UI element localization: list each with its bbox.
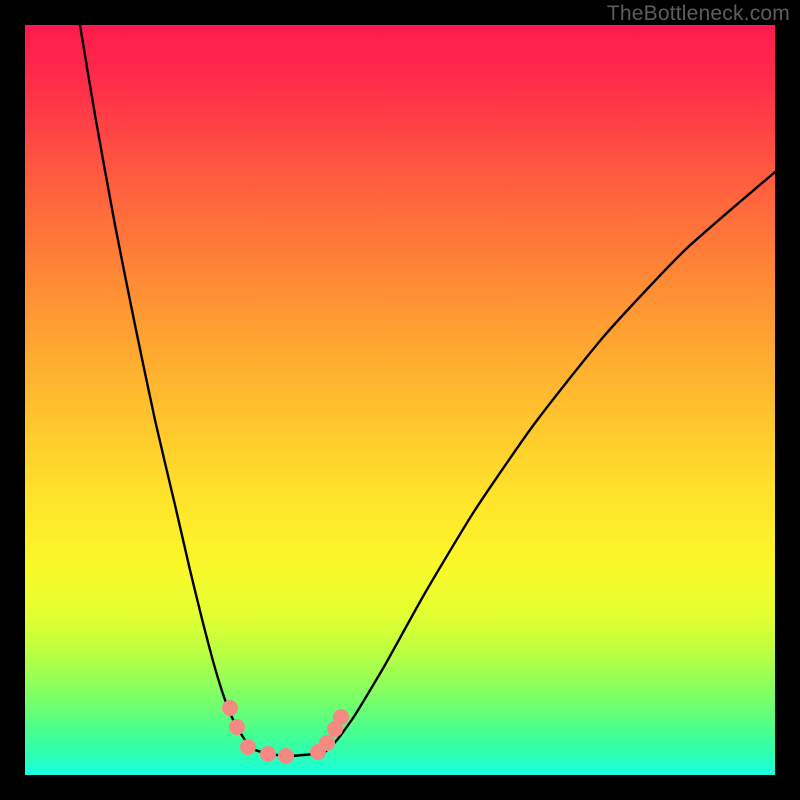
chart-svg [25, 25, 775, 775]
marker-dot [222, 700, 238, 716]
marker-dot [260, 746, 276, 762]
marker-dot [278, 748, 294, 764]
bottleneck-curve [80, 25, 775, 756]
marker-dot [319, 735, 335, 751]
marker-group [222, 700, 349, 764]
outer-black-frame: TheBottleneck.com [0, 0, 800, 800]
marker-dot [333, 709, 349, 725]
marker-dot [229, 719, 245, 735]
marker-dot [240, 739, 256, 755]
plot-area [25, 25, 775, 775]
watermark-text: TheBottleneck.com [607, 2, 790, 26]
